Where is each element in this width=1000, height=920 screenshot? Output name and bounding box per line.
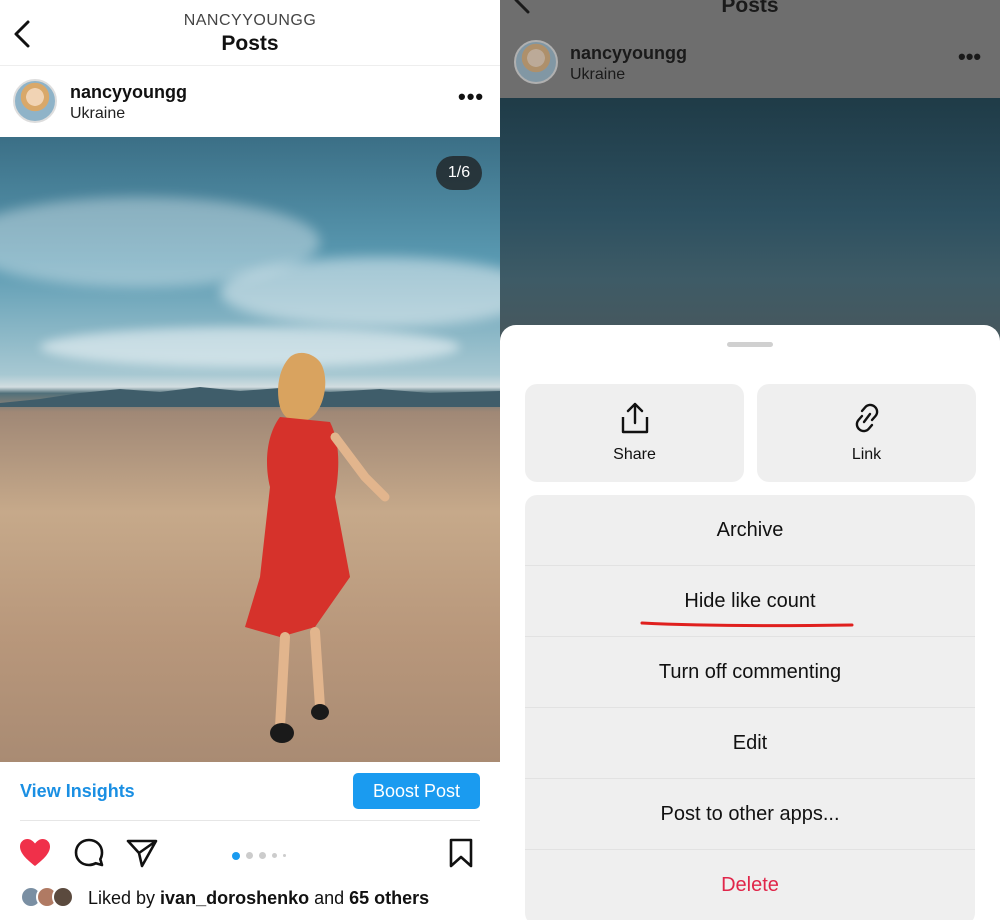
options-bottom-sheet: Share Link Archive Hide like count Turn …	[500, 325, 1000, 920]
comment-icon[interactable]	[72, 836, 106, 870]
page-title: Posts	[221, 32, 279, 55]
post-location[interactable]: Ukraine	[70, 105, 125, 123]
carousel-dots	[232, 847, 292, 860]
post-username[interactable]: nancyyoungg	[70, 82, 187, 103]
dimmed-page-title: Posts	[721, 0, 779, 17]
share-icon	[621, 402, 649, 434]
options-menu: Archive Hide like count Turn off comment…	[525, 495, 975, 920]
liked-by-prefix: Liked by	[88, 888, 161, 908]
post-to-other-apps-option[interactable]: Post to other apps...	[525, 779, 975, 850]
archive-option[interactable]: Archive	[525, 495, 975, 566]
more-options-icon[interactable]: •••	[458, 86, 484, 108]
post-header: nancyyoungg Ukraine •••	[0, 67, 500, 137]
dimmed-top-nav: Posts	[500, 0, 1000, 30]
carousel-dot	[272, 853, 277, 859]
delete-option[interactable]: Delete	[525, 850, 975, 920]
dimmed-post-username: nancyyoungg	[570, 43, 688, 63]
share-label: Share	[613, 446, 656, 463]
dimmed-post-location: Ukraine	[570, 66, 626, 83]
boost-post-button[interactable]: Boost Post	[353, 773, 480, 809]
turn-off-commenting-option[interactable]: Turn off commenting	[525, 637, 975, 708]
liked-by-text: Liked by ivan_doroshenko and 65 others	[88, 888, 429, 909]
photo-cloud	[220, 257, 500, 327]
avatar[interactable]	[13, 79, 57, 123]
send-icon[interactable]	[125, 836, 159, 870]
heart-icon[interactable]	[18, 836, 52, 870]
more-options-icon: •••	[958, 44, 982, 69]
share-tile[interactable]: Share	[525, 384, 744, 482]
top-nav: NANCYYOUNGG Posts	[0, 0, 500, 66]
left-screen: NANCYYOUNGG Posts nancyyoungg Ukraine ••…	[0, 0, 500, 920]
image-counter-badge: 1/6	[436, 156, 482, 190]
link-label: Link	[851, 446, 882, 463]
avatar	[514, 40, 558, 84]
link-tile[interactable]: Link	[757, 384, 976, 482]
nav-username: NANCYYOUNGG	[183, 12, 317, 29]
carousel-dot	[259, 852, 266, 860]
woman-figure	[245, 352, 390, 743]
liker-username[interactable]: ivan_doroshenko	[160, 888, 309, 908]
edit-option[interactable]: Edit	[525, 708, 975, 779]
bookmark-icon[interactable]	[444, 836, 478, 870]
dimmed-post-photo	[500, 98, 1000, 358]
carousel-dot	[283, 854, 286, 858]
divider	[20, 820, 480, 821]
red-annotation-underline	[640, 621, 854, 628]
carousel-dot-active	[232, 851, 240, 860]
liker-others[interactable]: 65 others	[349, 888, 429, 908]
link-icon	[855, 403, 879, 433]
liked-by-and: and	[309, 888, 350, 908]
carousel-dot	[246, 852, 253, 860]
dimmed-post-header: nancyyoungg Ukraine •••	[500, 30, 1000, 100]
post-photo[interactable]	[0, 137, 500, 762]
view-insights-link[interactable]: View Insights	[20, 781, 135, 802]
liker-avatar	[52, 886, 74, 908]
right-screen: Posts nancyyoungg Ukraine ••• Share Link…	[500, 0, 1000, 920]
sheet-grabber[interactable]	[727, 342, 773, 347]
